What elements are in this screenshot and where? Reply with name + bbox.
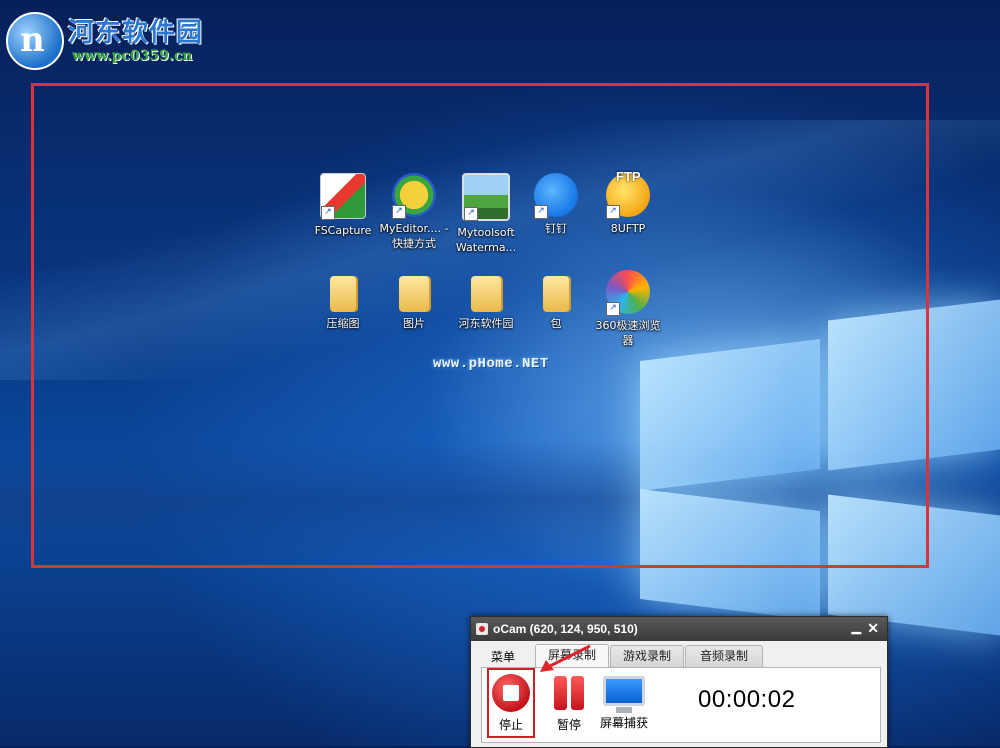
- pause-button[interactable]: 暂停: [545, 670, 593, 738]
- myeditor-icon: ↗: [392, 173, 436, 219]
- desktop-icon-label: 河东软件园: [458, 317, 514, 330]
- ocam-window: oCam (620, 124, 950, 510) ▁ ✕ 菜单 屏幕录制 游戏…: [470, 616, 888, 748]
- pchome-watermark: www.pHome.NET: [433, 356, 549, 372]
- fscapture-icon: ↗: [320, 173, 366, 220]
- desktop-icon-8uftp[interactable]: FTP ↗ 8UFTP: [592, 169, 664, 236]
- folder-icon: [543, 276, 569, 312]
- ocam-app-icon: [476, 623, 488, 635]
- desktop-icon-label: 图片: [403, 317, 425, 330]
- stop-label: 停止: [498, 718, 523, 732]
- pause-label: 暂停: [556, 718, 581, 732]
- monitor-icon: [603, 676, 645, 713]
- desktop-icon-360-browser[interactable]: ↗ 360极速浏览器: [592, 270, 664, 348]
- desktop-icon-label: FSCapture: [314, 224, 372, 237]
- desktop-icon-folder-compress[interactable]: 压缩图: [307, 270, 379, 331]
- desktop-icon-folder-bao[interactable]: 包: [520, 270, 592, 331]
- minimize-icon[interactable]: ▁: [852, 620, 861, 634]
- watermark-logo-icon: n: [6, 12, 64, 70]
- dingtalk-icon: ↗: [534, 173, 578, 219]
- tab-game-record[interactable]: 游戏录制: [610, 645, 684, 667]
- desktop-icon-mytoolsoft[interactable]: ↗ Mytoolsoft Waterma...: [450, 173, 522, 255]
- screen-capture-button[interactable]: 屏幕捕获: [594, 670, 654, 738]
- browser-360-icon: ↗: [606, 270, 650, 316]
- pause-icon: [550, 674, 588, 712]
- shortcut-arrow-icon: ↗: [606, 205, 620, 219]
- stop-button[interactable]: 停止: [487, 668, 535, 738]
- shortcut-arrow-icon: ↗: [534, 205, 548, 219]
- recording-timer: 00:00:02: [698, 686, 796, 713]
- desktop-icon-folder-hedong[interactable]: 河东软件园: [450, 270, 522, 331]
- folder-icon: [399, 276, 429, 312]
- desktop-icon-label: Mytoolsoft Waterma...: [455, 226, 517, 254]
- desktop-icon-myeditor[interactable]: ↗ MyEditor.... - 快捷方式: [378, 173, 450, 251]
- desktop-icon-label: MyEditor.... - 快捷方式: [379, 222, 449, 250]
- desktop-icon-dingtalk[interactable]: ↗ 钉钉: [520, 173, 592, 236]
- desktop-icon-label: 包: [550, 317, 562, 330]
- desktop-icon-folder-pictures[interactable]: 图片: [378, 270, 450, 331]
- tab-screen-record[interactable]: 屏幕录制: [535, 644, 609, 667]
- desktop-icon-label: 压缩图: [326, 317, 360, 330]
- folder-icon: [471, 276, 501, 312]
- screen-capture-label: 屏幕捕获: [599, 716, 648, 730]
- desktop-icon-label: 钉钉: [545, 222, 567, 235]
- shortcut-arrow-icon: ↗: [464, 207, 478, 221]
- watermark-title: 河东软件园: [68, 18, 204, 48]
- ocam-titlebar[interactable]: oCam (620, 124, 950, 510) ▁ ✕: [471, 617, 887, 641]
- desktop-icon-fscapture[interactable]: ↗ FSCapture: [307, 173, 379, 238]
- ocam-toolbar: 停止 暂停 屏幕捕获 00:00:02: [481, 667, 881, 743]
- desktop-icon-label: 360极速浏览器: [595, 319, 661, 347]
- 8uftp-icon: FTP ↗: [606, 169, 650, 219]
- watermark-url: www.pc0359.cn: [72, 48, 193, 64]
- mytoolsoft-icon: ↗: [462, 173, 510, 221]
- shortcut-arrow-icon: ↗: [606, 302, 620, 316]
- ftp-badge: FTP: [616, 169, 641, 184]
- desktop-icon-label: 8UFTP: [610, 222, 646, 235]
- stop-icon: [492, 674, 530, 712]
- shortcut-arrow-icon: ↗: [321, 206, 335, 220]
- site-watermark: n 河东软件园 www.pc0359.cn: [6, 8, 216, 70]
- folder-icon: [330, 276, 356, 312]
- tab-audio-record[interactable]: 音频录制: [685, 645, 763, 667]
- ocam-tab-bar: 菜单 屏幕录制 游戏录制 音频录制: [471, 641, 887, 667]
- ocam-window-title: oCam (620, 124, 950, 510): [493, 622, 638, 636]
- shortcut-arrow-icon: ↗: [392, 205, 406, 219]
- close-icon[interactable]: ✕: [867, 620, 879, 637]
- menu-button[interactable]: 菜单: [491, 648, 515, 665]
